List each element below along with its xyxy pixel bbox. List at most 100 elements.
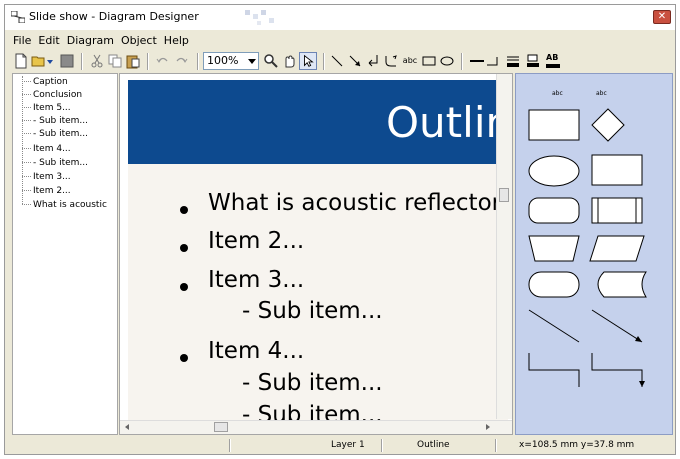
title-bar: Slide show - Diagram Designer ✕ xyxy=(5,5,675,30)
font-format-button[interactable]: AB xyxy=(545,53,561,69)
shape-line xyxy=(528,309,580,343)
bullet-dot xyxy=(180,206,188,214)
status-layer: Layer 1 xyxy=(331,440,365,450)
new-file-icon[interactable] xyxy=(13,53,29,69)
curve-connector-tool-icon[interactable] xyxy=(383,53,399,69)
shape-terminator xyxy=(528,271,580,298)
window-title: Slide show - Diagram Designer xyxy=(29,10,199,23)
vertical-scrollbar[interactable] xyxy=(496,74,512,419)
line-end-icon[interactable] xyxy=(485,53,501,69)
slide-sub-bullet[interactable]: - Sub item... xyxy=(242,370,383,396)
tree-item-subitem[interactable]: - Sub item... xyxy=(13,116,88,126)
shape-connector-arrow xyxy=(591,353,643,387)
status-divider xyxy=(495,439,497,452)
tree-item-item5[interactable]: Item 5... xyxy=(13,103,71,113)
toolbar-separator xyxy=(81,53,83,70)
vertical-scroll-thumb[interactable] xyxy=(499,188,509,202)
select-pointer-icon[interactable] xyxy=(299,52,317,70)
cut-icon[interactable] xyxy=(89,53,105,69)
shape-gallery[interactable] xyxy=(516,74,672,434)
tree-item-subitem[interactable]: - Sub item... xyxy=(13,158,88,168)
menu-diagram[interactable]: Diagram xyxy=(67,34,114,47)
line-width-icon[interactable] xyxy=(469,53,485,69)
scroll-right-arrow-icon[interactable] xyxy=(484,423,492,431)
menu-bar: File Edit Diagram Object Help xyxy=(5,32,675,49)
shape-rounded-rectangle xyxy=(528,197,580,224)
undo-icon[interactable] xyxy=(155,53,171,69)
app-icon xyxy=(11,11,25,23)
zoom-select[interactable]: 100% xyxy=(203,52,259,70)
connector-tool-icon[interactable] xyxy=(365,53,381,69)
save-icon[interactable] xyxy=(59,53,75,69)
toolbar-separator xyxy=(197,53,199,70)
tree-item-item4[interactable]: Item 4... xyxy=(13,144,71,154)
text-tool-label[interactable]: abc xyxy=(401,53,419,69)
status-divider xyxy=(381,439,383,452)
arrow-line-tool-icon[interactable] xyxy=(347,53,363,69)
copy-icon[interactable] xyxy=(107,53,123,69)
title-decoration xyxy=(245,10,274,25)
status-coordinates: x=108.5 mm y=37.8 mm xyxy=(519,440,635,450)
slide-bullet[interactable]: Item 3... xyxy=(208,267,304,293)
tree-item-what-is-acoustic[interactable]: What is acoustic xyxy=(13,200,107,210)
bullet-dot xyxy=(180,244,188,252)
ellipse-tool-icon[interactable] xyxy=(439,53,455,69)
slide-title: Outline xyxy=(386,98,498,147)
shape-connector-line xyxy=(528,353,580,387)
shape-arrow-line xyxy=(591,309,643,343)
tree-item-item2[interactable]: Item 2... xyxy=(13,186,71,196)
dropdown-arrow-icon[interactable] xyxy=(45,53,55,69)
redo-icon[interactable] xyxy=(173,53,189,69)
rectangle-tool-icon[interactable] xyxy=(421,53,437,69)
bullet-dot xyxy=(180,354,188,362)
zoom-magnifier-icon[interactable] xyxy=(263,53,279,69)
menu-edit[interactable]: Edit xyxy=(38,34,59,47)
shape-parallelogram xyxy=(589,235,645,262)
slide-title-banner[interactable]: Outline xyxy=(128,80,498,164)
bullet-dot xyxy=(180,283,188,291)
shape-trapezoid xyxy=(528,235,580,262)
line-color-icon[interactable] xyxy=(505,53,521,69)
font-format-label: AB xyxy=(546,53,559,62)
toolbar-separator xyxy=(323,53,325,70)
shape-palette: abc abc xyxy=(515,73,673,435)
slide-bullet[interactable]: What is acoustic reflector xyxy=(208,190,501,216)
close-button[interactable]: ✕ xyxy=(653,10,671,24)
horizontal-scroll-thumb[interactable] xyxy=(214,422,228,432)
toolbar: 100% abc AB xyxy=(5,51,675,73)
horizontal-scrollbar[interactable] xyxy=(120,420,512,434)
scroll-left-arrow-icon[interactable] xyxy=(123,423,131,431)
slide-sub-bullet[interactable]: - Sub item... xyxy=(242,298,383,324)
toolbar-separator xyxy=(461,53,463,70)
paste-icon[interactable] xyxy=(125,53,141,69)
shape-stored-data xyxy=(597,271,647,298)
status-page: Outline xyxy=(417,440,450,450)
slide-page[interactable]: Outline What is acoustic reflector Item … xyxy=(128,80,508,428)
slide-bullet[interactable]: Item 4... xyxy=(208,338,304,364)
font-color-swatch xyxy=(546,64,560,68)
chevron-down-icon xyxy=(248,59,256,64)
menu-help[interactable]: Help xyxy=(164,34,189,47)
shape-diamond xyxy=(591,108,625,142)
shape-process-box xyxy=(591,197,643,224)
menu-file[interactable]: File xyxy=(13,34,31,47)
tree-item-conclusion[interactable]: Conclusion xyxy=(13,90,82,100)
tree-item-caption[interactable]: Caption xyxy=(13,77,68,87)
outline-tree: Caption Conclusion Item 5... - Sub item.… xyxy=(12,73,118,435)
tree-item-item3[interactable]: Item 3... xyxy=(13,172,71,182)
line-tool-icon[interactable] xyxy=(329,53,345,69)
diagram-canvas[interactable]: Outline What is acoustic reflector Item … xyxy=(119,73,513,435)
toolbar-separator xyxy=(147,53,149,70)
status-divider xyxy=(229,439,231,452)
zoom-value: 100% xyxy=(207,54,239,67)
shape-ellipse xyxy=(528,155,580,187)
app-window: Slide show - Diagram Designer ✕ File Edi… xyxy=(4,4,676,455)
shape-rectangle xyxy=(528,109,580,141)
shape-rectangle-2 xyxy=(591,154,643,186)
status-bar: Layer 1 Outline x=108.5 mm y=37.8 mm xyxy=(5,437,675,454)
slide-bullet[interactable]: Item 2... xyxy=(208,228,304,254)
tree-item-subitem[interactable]: - Sub item... xyxy=(13,129,88,139)
hand-pan-icon[interactable] xyxy=(281,53,297,69)
menu-object[interactable]: Object xyxy=(121,34,157,47)
fill-color-icon[interactable] xyxy=(525,53,541,69)
